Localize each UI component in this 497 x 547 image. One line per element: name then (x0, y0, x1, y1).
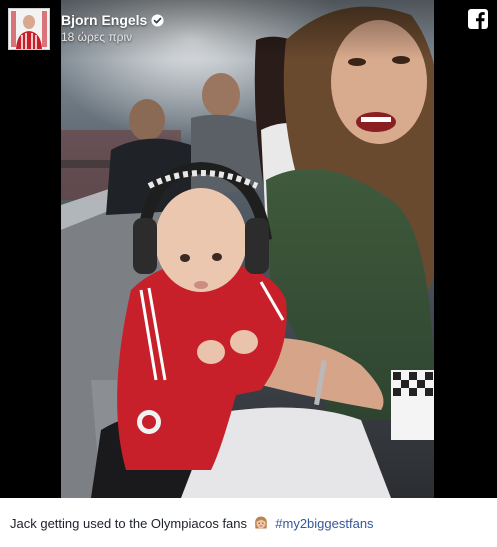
facebook-icon[interactable] (468, 9, 488, 29)
author-name[interactable]: Bjorn Engels (61, 11, 164, 29)
author-name-label[interactable]: Bjorn Engels (61, 12, 147, 28)
player-avatar-icon (9, 9, 49, 49)
caption-hashtag-link[interactable]: #my2biggestfans (275, 516, 373, 531)
instagram-embed-post: Bjorn Engels 18 ώρες πριν Jack getting u… (0, 0, 497, 547)
verified-badge-icon (151, 14, 164, 27)
woman-emoji-icon (254, 516, 267, 529)
post-header: Bjorn Engels 18 ώρες πριν (0, 0, 497, 60)
post-caption: Jack getting used to the Olympiacos fans… (10, 515, 490, 533)
post-media[interactable]: Bjorn Engels 18 ώρες πριν (0, 0, 497, 498)
caption-text: Jack getting used to the Olympiacos fans (10, 516, 248, 531)
post-photo[interactable] (61, 0, 434, 498)
post-timestamp[interactable]: 18 ώρες πριν (61, 30, 132, 45)
author-avatar[interactable] (8, 8, 50, 50)
